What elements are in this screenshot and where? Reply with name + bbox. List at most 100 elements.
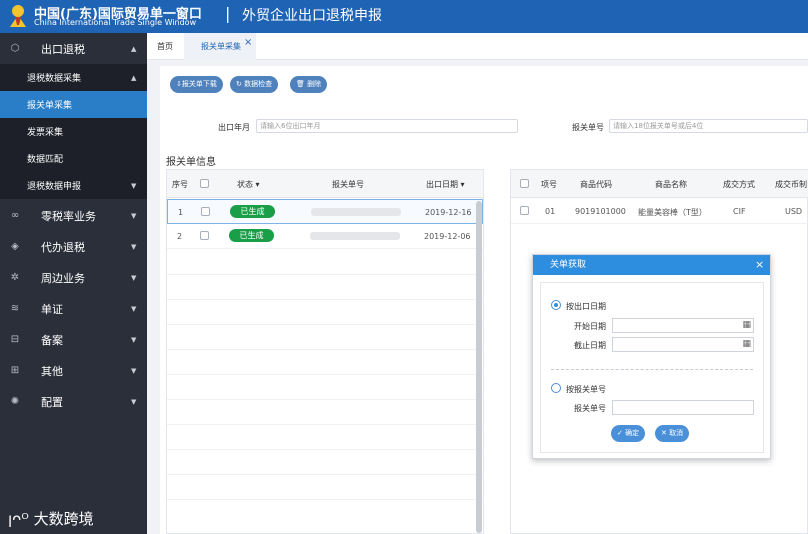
sort-icon: ▾ — [458, 180, 465, 189]
row-checkbox[interactable] — [200, 231, 209, 240]
col-name: 商品名称 — [655, 180, 687, 189]
dialog-title: 关单获取 — [533, 255, 770, 275]
sidebar-item-other[interactable]: ⊞ 其他 ▼ — [0, 355, 147, 386]
col-seq: 序号 — [172, 180, 188, 189]
sidebar-item-invoice-collect[interactable]: 发票采集 — [0, 118, 147, 145]
row-divider — [167, 274, 483, 275]
tab-declaration-collect[interactable]: 报关单采集 × — [184, 33, 256, 60]
end-date-label: 截止日期 — [574, 341, 606, 350]
select-all-checkbox[interactable] — [200, 179, 209, 188]
col-decl-no: 报关单号 — [332, 180, 364, 189]
sidebar-item-label: 发票采集 — [27, 128, 64, 138]
sidebar-group-data-declare[interactable]: 退税数据申报 ▼ — [0, 172, 147, 199]
row-divider — [167, 374, 483, 375]
chevron-down-icon: ▼ — [131, 335, 137, 344]
sidebar-item-label: 报关单采集 — [27, 101, 73, 111]
option-declaration-label: 按报关单号 — [566, 385, 606, 394]
chevron-down-icon: ▼ — [131, 366, 137, 375]
cube-icon: ⬡ — [10, 43, 20, 54]
tab-bar: 首页 报关单采集 × — [147, 33, 808, 60]
sidebar-item-data-match[interactable]: 数据匹配 — [0, 145, 147, 172]
dialog-divider — [551, 369, 753, 370]
cell-code: 9019101000 — [575, 207, 626, 216]
sidebar-item-config[interactable]: ✺ 配置 ▼ — [0, 386, 147, 417]
sidebar-item-export-tax[interactable]: ⬡ 出口退税 ▲ — [0, 33, 147, 64]
declaration-no-label: 报关单号 — [572, 123, 604, 132]
cell-item-no: 01 — [545, 207, 556, 216]
table-row[interactable]: 1 已生成 2019-12-16 — [167, 199, 483, 224]
status-badge: 已生成 — [229, 229, 274, 242]
brand-mark-icon: ꞁᴖᴼ — [8, 510, 29, 528]
export-month-input[interactable]: 请输入6位出口年月 — [256, 119, 518, 133]
refresh-icon: ↻ — [236, 80, 245, 88]
sidebar-item-label: 周边业务 — [41, 271, 85, 285]
chevron-down-icon: ▼ — [131, 181, 137, 190]
col-export-date[interactable]: 出口日期 ▾ — [426, 179, 465, 190]
row-divider — [167, 499, 483, 500]
book-icon: ⊟ — [10, 334, 20, 345]
sidebar-item-documents[interactable]: ≋ 单证 ▼ — [0, 293, 147, 324]
sidebar: ⬡ 出口退税 ▲ 退税数据采集 ▲ 报关单采集 发票采集 数据匹配 退税数据申报… — [0, 33, 147, 534]
col-status[interactable]: 状态 ▾ — [237, 179, 260, 190]
radio-by-declaration-no[interactable] — [551, 383, 561, 393]
cell-trade-mode: CIF — [733, 207, 746, 216]
vertical-scrollbar[interactable] — [476, 201, 482, 533]
start-date-input[interactable]: ▦ — [612, 318, 754, 333]
select-all-checkbox[interactable] — [520, 179, 529, 188]
button-label: 删除 — [307, 80, 322, 88]
delete-button[interactable]: 🗑 删除 — [290, 76, 328, 93]
confirm-button[interactable]: ✓ 确定 — [611, 425, 646, 442]
sidebar-item-peripheral[interactable]: ✲ 周边业务 ▼ — [0, 262, 147, 293]
table-header: 序号 状态 ▾ 报关单号 出口日期 ▾ — [167, 170, 483, 198]
row-divider — [167, 349, 483, 350]
chevron-up-icon: ▲ — [131, 44, 137, 53]
cog-icon: ✲ — [10, 272, 20, 283]
calendar-icon[interactable]: ▦ — [742, 339, 751, 349]
declaration-no-input[interactable] — [612, 400, 754, 415]
gear-icon: ✺ — [10, 396, 20, 407]
radio-by-export-date[interactable] — [551, 300, 561, 310]
row-checkbox[interactable] — [520, 206, 529, 215]
cell-export-date: 2019-12-06 — [424, 232, 471, 241]
sort-icon: ▾ — [253, 180, 260, 189]
table-row[interactable]: 01 9019101000 能量美容棒（T型） CIF USD — [511, 199, 808, 224]
sidebar-item-label: 零税率业务 — [41, 209, 96, 223]
start-date-label: 开始日期 — [574, 322, 606, 331]
grid-icon: ⊞ — [10, 365, 20, 376]
data-check-button[interactable]: ↻ 数据检查 — [230, 76, 279, 93]
close-icon[interactable]: × — [755, 255, 764, 275]
declaration-no-input[interactable]: 请输入18位报关单号或后4位 — [609, 119, 808, 133]
sidebar-item-zero-rate[interactable]: ∞ 零税率业务 ▼ — [0, 200, 147, 231]
declaration-no-label: 报关单号 — [574, 404, 606, 413]
sidebar-item-filing[interactable]: ⊟ 备案 ▼ — [0, 324, 147, 355]
chevron-up-icon: ▲ — [131, 73, 137, 82]
sidebar-item-agent-tax[interactable]: ◈ 代办退税 ▼ — [0, 231, 147, 262]
end-date-input[interactable]: ▦ — [612, 337, 754, 352]
app-header: 中国(广东)国际贸易单一窗口 China International Trade… — [0, 0, 808, 33]
cell-name: 能量美容棒（T型） — [638, 208, 707, 217]
sidebar-item-label: 数据匹配 — [27, 155, 64, 165]
row-checkbox[interactable] — [201, 207, 210, 216]
sidebar-item-label: 代办退税 — [41, 240, 85, 254]
calendar-icon[interactable]: ▦ — [742, 320, 751, 330]
button-label: 确定 — [625, 429, 640, 437]
brand-subtitle: China International Trade Single Window — [34, 18, 197, 27]
table-row[interactable]: 2 已生成 2019-12-06 — [167, 224, 483, 249]
option-export-date-label: 按出口日期 — [566, 302, 606, 311]
button-label: 数据检查 — [244, 80, 273, 88]
tab-home[interactable]: 首页 — [157, 33, 173, 60]
footer-brand-text: 大数跨境 — [33, 510, 94, 528]
header-separator: | — [225, 4, 231, 23]
close-icon[interactable]: × — [244, 29, 252, 56]
layers-icon: ◈ — [11, 241, 19, 252]
sidebar-group-data-collect[interactable]: 退税数据采集 ▲ — [0, 64, 147, 91]
sidebar-footer-brand: ꞁᴖᴼ 大数跨境 — [8, 508, 94, 529]
cancel-button[interactable]: ✕ 取消 — [655, 425, 690, 442]
download-declaration-button[interactable]: ⇩报关单下载 — [170, 76, 223, 93]
fetch-declaration-dialog: 关单获取 × 按出口日期 开始日期 ▦ 截止日期 ▦ 按报关单号 报关单号 ✓ … — [532, 254, 771, 459]
tab-label: 报关单采集 — [201, 42, 241, 51]
sidebar-item-declaration-collect[interactable]: 报关单采集 — [0, 91, 147, 118]
table-header: 项号 商品代码 商品名称 成交方式 成交币制 — [511, 170, 808, 198]
row-divider — [167, 449, 483, 450]
redacted-decl-no — [311, 208, 401, 216]
